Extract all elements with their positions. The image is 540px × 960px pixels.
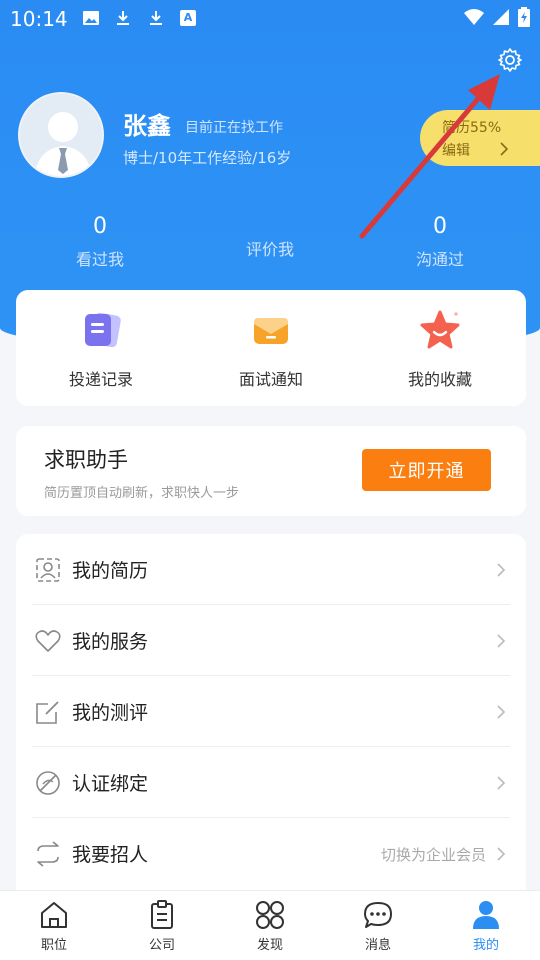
user-meta: 博士/10年工作经验/16岁 [123,149,292,167]
notification-a-icon: A [180,10,196,26]
quick-delivery-records[interactable]: 投递记录 [26,308,176,390]
menu-item-my-resume[interactable]: 我的简历 [32,534,510,605]
tab-label: 职位 [40,938,67,953]
tab-messages[interactable]: 消息 [324,899,432,953]
signal-icon [493,9,509,25]
download-icon [150,11,162,25]
download-icon [117,11,129,25]
menu-list: 我的简历 我的服务 我的测评 认证绑定 我要招人 切换为企业会员 [16,534,526,890]
tab-discover[interactable]: 发现 [216,899,324,953]
star-icon [420,310,460,349]
job-assistant-card: 求职助手 简历置顶自动刷新，求职快人一步 立即开通 [16,426,526,516]
menu-item-recruit[interactable]: 我要招人 切换为企业会员 [32,818,510,889]
image-icon [83,11,99,25]
tab-label: 公司 [148,938,175,953]
menu-item-my-assessment[interactable]: 我的测评 [32,676,510,747]
home-icon [41,902,67,928]
switch-icon [37,841,59,867]
verify-icon [36,771,60,795]
clipboard-icon [151,900,173,929]
tab-label: 我的 [472,938,499,953]
menu-label: 我的简历 [72,560,149,582]
quick-label: 投递记录 [68,370,133,389]
envelope-icon [254,318,288,344]
stat-rate-me[interactable]: 评价我 [200,236,340,260]
quick-interview-notice[interactable]: 面试通知 [196,308,346,390]
status-time: 10:14 [10,7,68,31]
menu-label: 我的服务 [72,631,149,653]
stat-value: 0 [93,214,107,239]
quick-label: 我的收藏 [407,370,472,389]
tab-label: 发现 [256,938,283,953]
default-avatar-icon [20,94,102,176]
tab-mine[interactable]: 我的 [432,899,540,953]
quick-my-favorites[interactable]: 我的收藏 [365,308,515,390]
tab-company[interactable]: 公司 [108,899,216,953]
chevron-right-icon [497,634,506,648]
switch-enterprise-hint: 切换为企业会员 [380,846,486,864]
quick-label: 面试通知 [238,370,303,389]
chevron-right-icon [497,563,506,577]
menu-item-verification[interactable]: 认证绑定 [32,747,510,818]
chevron-right-icon [497,847,506,861]
edit-icon [36,701,59,724]
chat-icon [364,902,392,928]
chevron-right-icon [497,776,506,790]
tab-jobs[interactable]: 职位 [0,899,108,953]
menu-label: 认证绑定 [72,773,149,795]
menu-item-my-service[interactable]: 我的服务 [32,605,510,676]
stat-viewed-me[interactable]: 0 看过我 [30,214,170,270]
grid-icon [256,901,284,929]
wifi-icon [464,9,484,25]
document-stack-icon [85,312,121,348]
bottom-tab-bar: 职位 公司 发现 消息 我的 [0,890,540,960]
assistant-title: 求职助手 [44,448,128,472]
menu-label: 我要招人 [72,844,149,866]
battery-icon [518,7,530,27]
stat-label: 看过我 [75,250,124,269]
user-name: 张鑫 [123,112,171,140]
heart-icon [35,630,61,652]
chevron-right-icon [497,705,506,719]
annotation-arrow-icon [359,74,500,239]
quick-actions-card: 投递记录 面试通知 我的收藏 [16,290,526,406]
tab-label: 消息 [364,938,391,953]
assistant-subtitle: 简历置顶自动刷新，求职快人一步 [44,486,240,501]
status-bar: 10:14 A [0,0,540,38]
activate-now-button[interactable]: 立即开通 [362,449,491,491]
avatar[interactable] [18,92,104,178]
job-status: 目前正在找工作 [185,120,283,136]
resume-icon [36,558,60,582]
menu-label: 我的测评 [72,702,149,724]
person-icon [473,901,499,929]
